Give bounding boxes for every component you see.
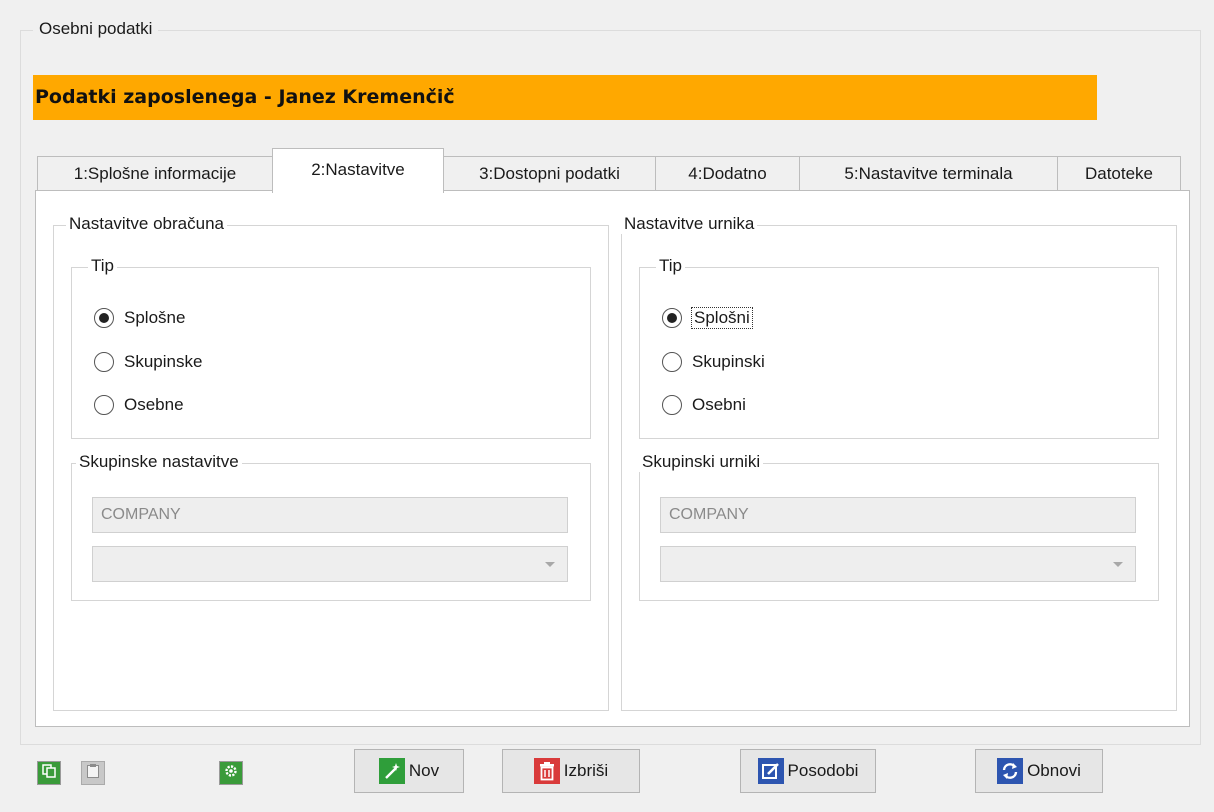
radio-group-schedule[interactable]: Skupinski <box>662 352 765 372</box>
radio-label: Osebne <box>124 395 184 414</box>
radio-label: Splošne <box>124 308 186 327</box>
schedule-type-group: Tip Splošni Skupinski Osebni <box>639 256 1159 439</box>
radio-circle[interactable] <box>94 352 114 372</box>
group-schedules-text-field[interactable]: COMPANY <box>660 497 1136 533</box>
group-settings-group: Skupinske nastavitve COMPANY <box>71 452 591 601</box>
copy-button[interactable] <box>37 761 61 785</box>
radio-label: Skupinski <box>692 352 765 371</box>
delete-button[interactable]: Izbriši <box>502 749 640 793</box>
schedule-type-title: Tip <box>656 256 685 276</box>
group-settings-combo[interactable] <box>92 546 568 582</box>
radio-personal[interactable]: Osebne <box>94 395 184 415</box>
group-settings-text-field[interactable]: COMPANY <box>92 497 568 533</box>
tab-terminal-settings[interactable]: 5:Nastavitve terminala <box>799 156 1058 190</box>
payroll-type-group: Tip Splošne Skupinske Osebne <box>71 256 591 439</box>
chevron-down-icon <box>545 562 555 567</box>
radio-label: Osebni <box>692 395 746 414</box>
radio-circle[interactable] <box>662 395 682 415</box>
update-button-label: Posodobi <box>787 761 859 780</box>
radio-personal-schedule[interactable]: Osebni <box>662 395 746 415</box>
radio-general[interactable]: Splošne <box>94 308 185 328</box>
radio-group[interactable]: Skupinske <box>94 352 202 372</box>
tab-general-info[interactable]: 1:Splošne informacije <box>37 156 273 190</box>
schedule-settings-group: Nastavitve urnika Tip Splošni Skupinski … <box>621 214 1177 711</box>
new-button[interactable]: Nov <box>354 749 464 793</box>
tab-settings[interactable]: 2:Nastavitve <box>272 148 444 193</box>
radio-circle-checked[interactable] <box>662 308 682 328</box>
edit-icon <box>757 758 784 784</box>
trash-icon <box>533 758 560 784</box>
delete-button-label: Izbriši <box>563 761 609 780</box>
paste-icon <box>86 763 100 784</box>
copy-icon <box>42 763 56 783</box>
group-schedules-group: Skupinski urniki COMPANY <box>639 452 1159 601</box>
employee-header-bar: Podatki zaposlenega - Janez Kremenčič <box>33 75 1097 120</box>
radio-general-schedule[interactable]: Splošni <box>662 307 753 329</box>
group-schedules-combo[interactable] <box>660 546 1136 582</box>
refresh-button-label: Obnovi <box>1027 761 1081 780</box>
tab-files[interactable]: Datoteke <box>1057 156 1181 190</box>
chevron-down-icon <box>1113 562 1123 567</box>
payroll-type-title: Tip <box>88 256 117 276</box>
refresh-button[interactable]: Obnovi <box>975 749 1103 793</box>
radio-circle[interactable] <box>94 395 114 415</box>
settings-tab-panel: Nastavitve obračuna Tip Splošne Skupinsk… <box>35 190 1190 727</box>
radio-label: Splošni <box>691 307 753 329</box>
refresh-icon <box>997 758 1024 784</box>
radio-label: Skupinske <box>124 352 203 371</box>
settings-button[interactable] <box>219 761 243 785</box>
update-button[interactable]: Posodobi <box>740 749 876 793</box>
group-settings-title: Skupinske nastavitve <box>76 452 242 472</box>
tab-access-data[interactable]: 3:Dostopni podatki <box>443 156 656 190</box>
settings-icon <box>223 763 239 784</box>
magic-wand-icon <box>378 758 405 784</box>
radio-circle-checked[interactable] <box>94 308 114 328</box>
payroll-settings-title: Nastavitve obračuna <box>66 214 227 234</box>
radio-circle[interactable] <box>662 352 682 372</box>
group-schedules-title: Skupinski urniki <box>639 452 764 472</box>
new-button-label: Nov <box>408 761 440 780</box>
payroll-settings-group: Nastavitve obračuna Tip Splošne Skupinsk… <box>53 214 609 711</box>
schedule-settings-title: Nastavitve urnika <box>621 214 758 234</box>
paste-button[interactable] <box>81 761 105 785</box>
personal-data-group-title: Osebni podatki <box>33 19 159 39</box>
tab-additional[interactable]: 4:Dodatno <box>655 156 800 190</box>
employee-header-title: Podatki zaposlenega - Janez Kremenčič <box>35 86 455 108</box>
